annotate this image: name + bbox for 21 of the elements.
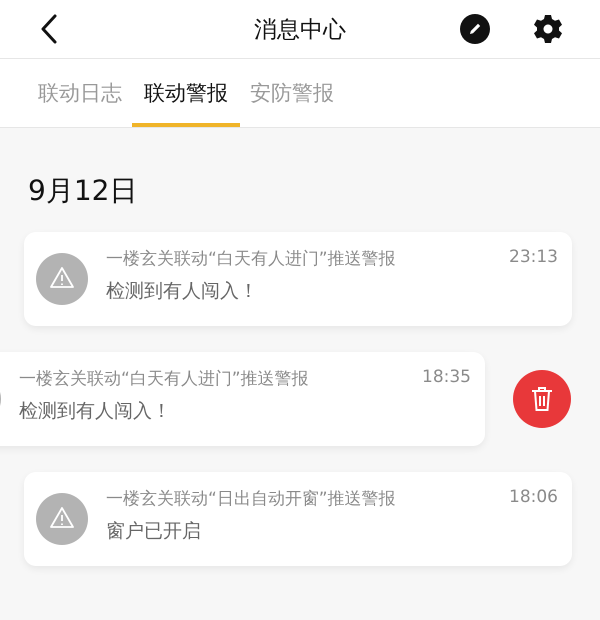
message-title: 一楼玄关联动“日出自动开窗”推送警报 (106, 488, 396, 510)
warning-icon (36, 493, 88, 545)
message-card[interactable]: 一楼玄关联动“白天有人进门”推送警报 18:35 检测到有人闯入！ (0, 352, 485, 446)
edit-icon[interactable] (460, 14, 490, 44)
message-card[interactable]: 一楼玄关联动“白天有人进门”推送警报 23:13 检测到有人闯入！ (24, 232, 572, 326)
message-text: 窗户已开启 (106, 518, 201, 544)
message-time: 18:35 (422, 366, 471, 388)
trash-icon (530, 386, 554, 412)
settings-icon[interactable] (532, 13, 564, 45)
message-time: 18:06 (509, 486, 558, 508)
message-title: 一楼玄关联动“白天有人进门”推送警报 (19, 368, 309, 390)
message-card[interactable]: 一楼玄关联动“日出自动开窗”推送警报 18:06 窗户已开启 (24, 472, 572, 566)
message-text: 检测到有人闯入！ (19, 398, 171, 424)
tab[interactable]: 联动警报 (132, 59, 240, 127)
message-text: 检测到有人闯入！ (106, 278, 258, 304)
message-time: 23:13 (509, 246, 558, 268)
back-icon[interactable] (40, 13, 58, 45)
page-title: 消息中心 (253, 16, 347, 44)
warning-icon (36, 253, 88, 305)
message-title: 一楼玄关联动“白天有人进门”推送警报 (106, 248, 396, 270)
date-heading: 9月12日 (28, 173, 138, 209)
